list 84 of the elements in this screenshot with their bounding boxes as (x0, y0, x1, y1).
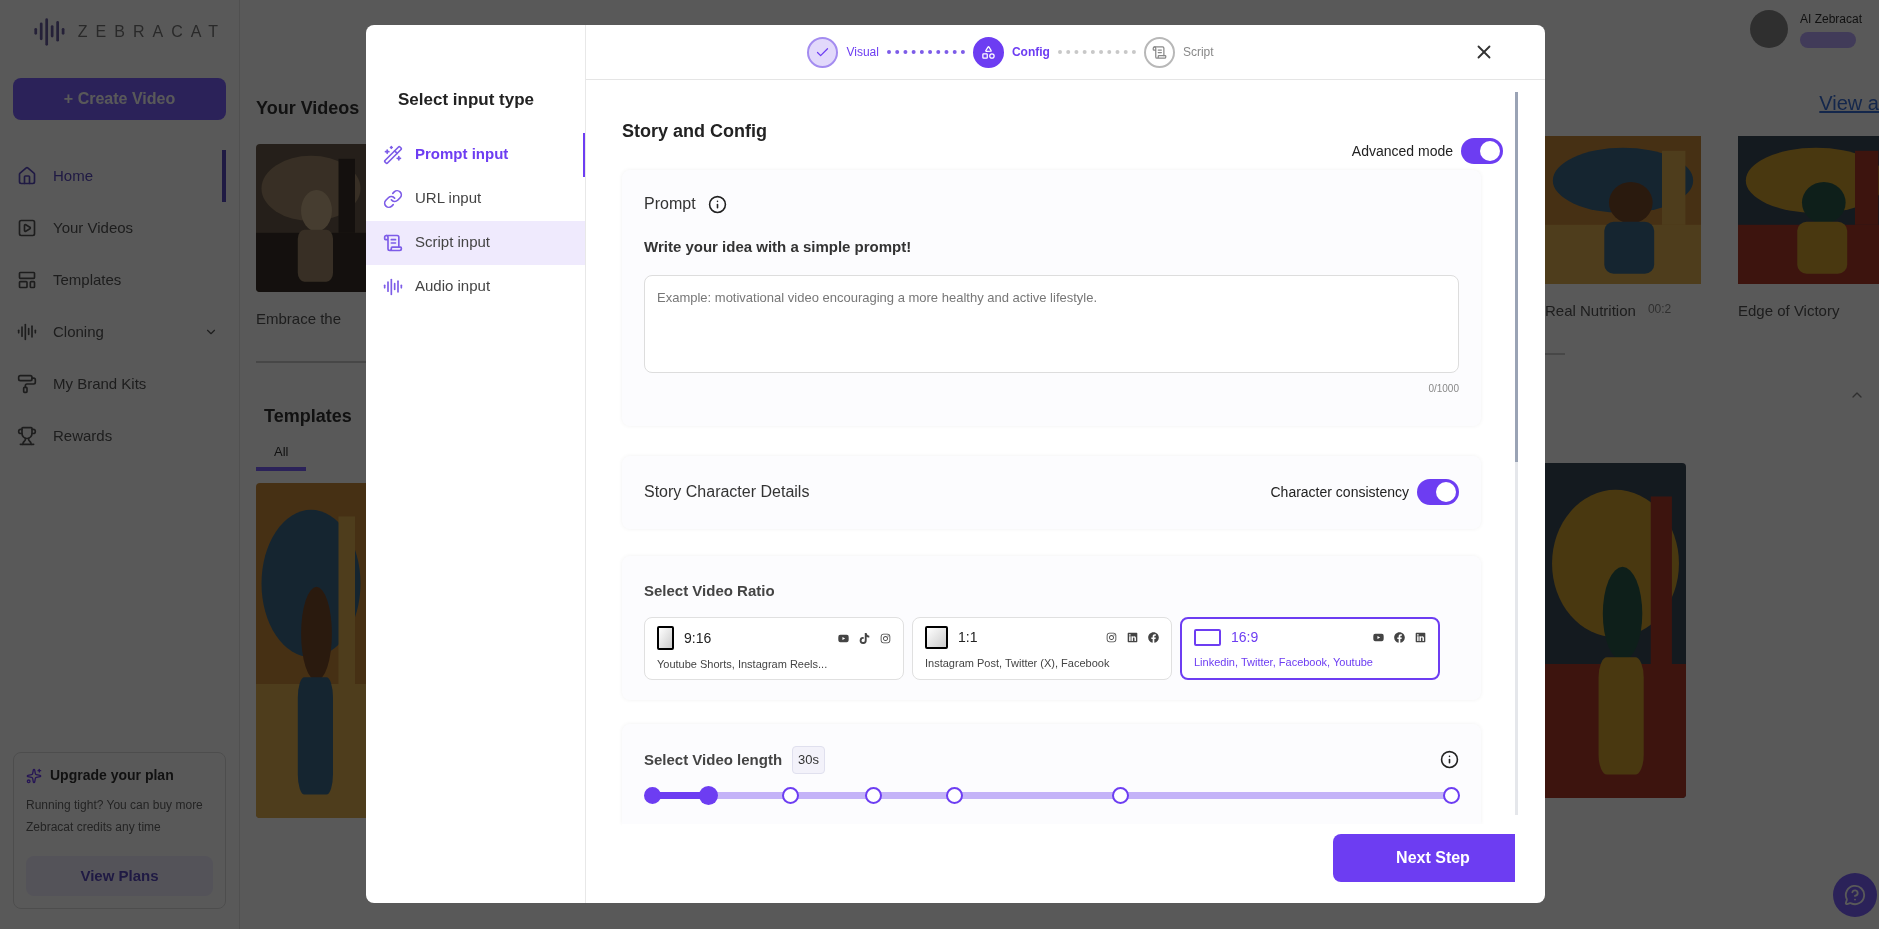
trophy-icon (17, 426, 37, 446)
sidebar-title: Select input type (397, 89, 536, 111)
paint-roller-icon (17, 374, 37, 394)
ratio-platforms: Linkedin, Twitter, Facebook, Youtube (1194, 655, 1374, 670)
filter-tab[interactable]: All (256, 435, 307, 471)
user-name: AI Zebracat (1800, 11, 1863, 28)
tiktok-icon (859, 632, 870, 644)
prompt-input-field[interactable]: Example: motivational video encouraging a more healthy and active lifestyle. (644, 274, 1459, 373)
toggle-label: Advanced mode (1351, 141, 1453, 161)
waveform-icon (17, 322, 37, 342)
toggle-switch[interactable] (1417, 479, 1459, 505)
view-plans-button[interactable]: View Plans (26, 856, 213, 896)
slider-stop[interactable] (1112, 786, 1130, 804)
sidebar-item[interactable]: Templates (13, 254, 226, 306)
scrollbar[interactable] (1515, 92, 1518, 815)
card-label: Select Video Ratio (644, 580, 776, 601)
facebook-icon (1148, 632, 1159, 643)
section-heading: Your Videos (256, 97, 361, 120)
plan-badge (1800, 32, 1856, 48)
template-icon (17, 270, 37, 290)
shapes-icon (980, 44, 996, 60)
ratio-platforms: Youtube Shorts, Instagram Reels... (657, 657, 829, 672)
portrait-frame-icon (657, 626, 674, 650)
ratio-value: 1:1 (958, 628, 979, 647)
slider-stop[interactable] (864, 786, 882, 804)
length-value: 30s (792, 746, 826, 774)
toggle-label: Character consistency (1270, 482, 1409, 502)
slider-stop[interactable] (1443, 786, 1460, 804)
step-label: Config (1011, 44, 1050, 61)
waveform-icon (383, 276, 403, 297)
chat-icon (1844, 884, 1866, 906)
youtube-icon (1373, 632, 1384, 643)
video-title: Embrace the (256, 309, 343, 329)
video-title: Edge of Victory (1738, 301, 1840, 321)
square-frame-icon (925, 626, 948, 649)
ratio-option[interactable]: 16:9 Linkedin, Twitter, Facebook, Youtube (1180, 617, 1440, 680)
card-label: Prompt (644, 194, 696, 214)
next-step-button[interactable]: Next Step (1333, 834, 1515, 882)
sidebar-item[interactable]: Home (13, 150, 226, 202)
play-icon (17, 218, 37, 238)
input-type-item[interactable]: Script input (366, 220, 585, 265)
step-label: Script (1182, 44, 1214, 61)
view-all-link[interactable]: View a (1819, 88, 1879, 118)
input-type-item[interactable]: Prompt input (366, 132, 585, 177)
slider-stop[interactable] (644, 786, 661, 804)
youtube-icon (838, 632, 849, 644)
slider-stop[interactable] (782, 786, 800, 804)
linkedin-icon (1127, 632, 1138, 643)
magic-wand-icon (383, 144, 403, 165)
input-type-item[interactable]: URL input (366, 176, 585, 221)
ratio-platforms: Instagram Post, Twitter (X), Facebook (925, 656, 1111, 671)
sidebar-item[interactable]: Cloning (13, 306, 226, 358)
toggle-switch[interactable] (1461, 138, 1503, 164)
ratio-value: 9:16 (684, 628, 713, 648)
info-icon[interactable] (1440, 750, 1459, 770)
instagram-icon (1106, 632, 1117, 643)
slider-thumb[interactable] (698, 785, 718, 805)
input-type-item[interactable]: Audio input (366, 264, 585, 309)
character-counter: 0/1000 (1428, 381, 1459, 396)
ratio-option[interactable]: 9:16 Youtube Shorts, Instagram Reels... (644, 617, 904, 680)
video-title: Real Nutrition (1545, 301, 1636, 321)
ratio-option[interactable]: 1:1 Instagram Post, Twitter (X), Facebook (912, 617, 1172, 680)
section-title: Story and Config (622, 120, 767, 143)
sidebar-item[interactable]: My Brand Kits (13, 358, 226, 410)
section-heading: Templates (263, 404, 353, 428)
slider-stop[interactable] (946, 786, 963, 804)
link-icon (383, 188, 403, 209)
landscape-frame-icon (1194, 629, 1221, 646)
prompt-heading: Write your idea with a simple prompt! (644, 237, 913, 257)
ratio-value: 16:9 (1231, 628, 1260, 647)
step-label: Visual (846, 44, 879, 61)
scroll-icon (383, 232, 403, 253)
scroll-icon (1151, 44, 1167, 60)
facebook-icon (1394, 632, 1405, 643)
upgrade-title: Upgrade your plan (50, 766, 174, 785)
info-icon[interactable] (707, 194, 727, 214)
sidebar-item[interactable]: Rewards (13, 410, 226, 462)
card-label: Select Video length (644, 749, 783, 770)
card-label: Story Character Details (644, 482, 810, 502)
home-icon (17, 166, 37, 186)
sparkle-icon (26, 767, 42, 784)
instagram-icon (880, 632, 891, 644)
linkedin-icon (1415, 632, 1426, 643)
sidebar-item[interactable]: Your Videos (13, 202, 226, 254)
